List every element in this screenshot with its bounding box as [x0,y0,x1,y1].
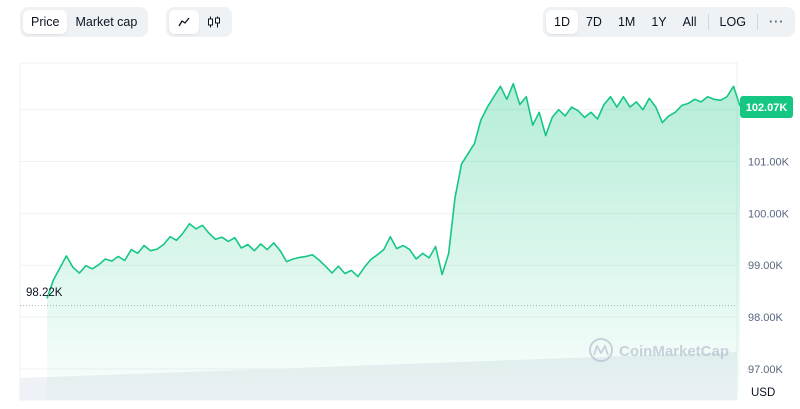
y-tick-label: 97.00K [748,364,784,376]
currency-label: USD [751,387,775,399]
y-axis-ticks: 97.00K 98.00K 99.00K 100.00K 101.00K [748,157,790,376]
watermark-text: CoinMarketCap [619,343,729,360]
current-price-label: 102.07K [746,102,788,114]
price-chart[interactable]: 97.00K 98.00K 99.00K 100.00K 101.00K 102.07K… [0,0,800,409]
y-tick-label: 99.00K [748,260,784,272]
current-price-badge: 102.07K [740,96,793,118]
y-tick-label: 101.00K [748,157,790,169]
y-tick-label: 98.00K [748,312,784,324]
open-price-label: 98.22K [26,287,63,299]
y-tick-label: 100.00K [748,208,790,220]
